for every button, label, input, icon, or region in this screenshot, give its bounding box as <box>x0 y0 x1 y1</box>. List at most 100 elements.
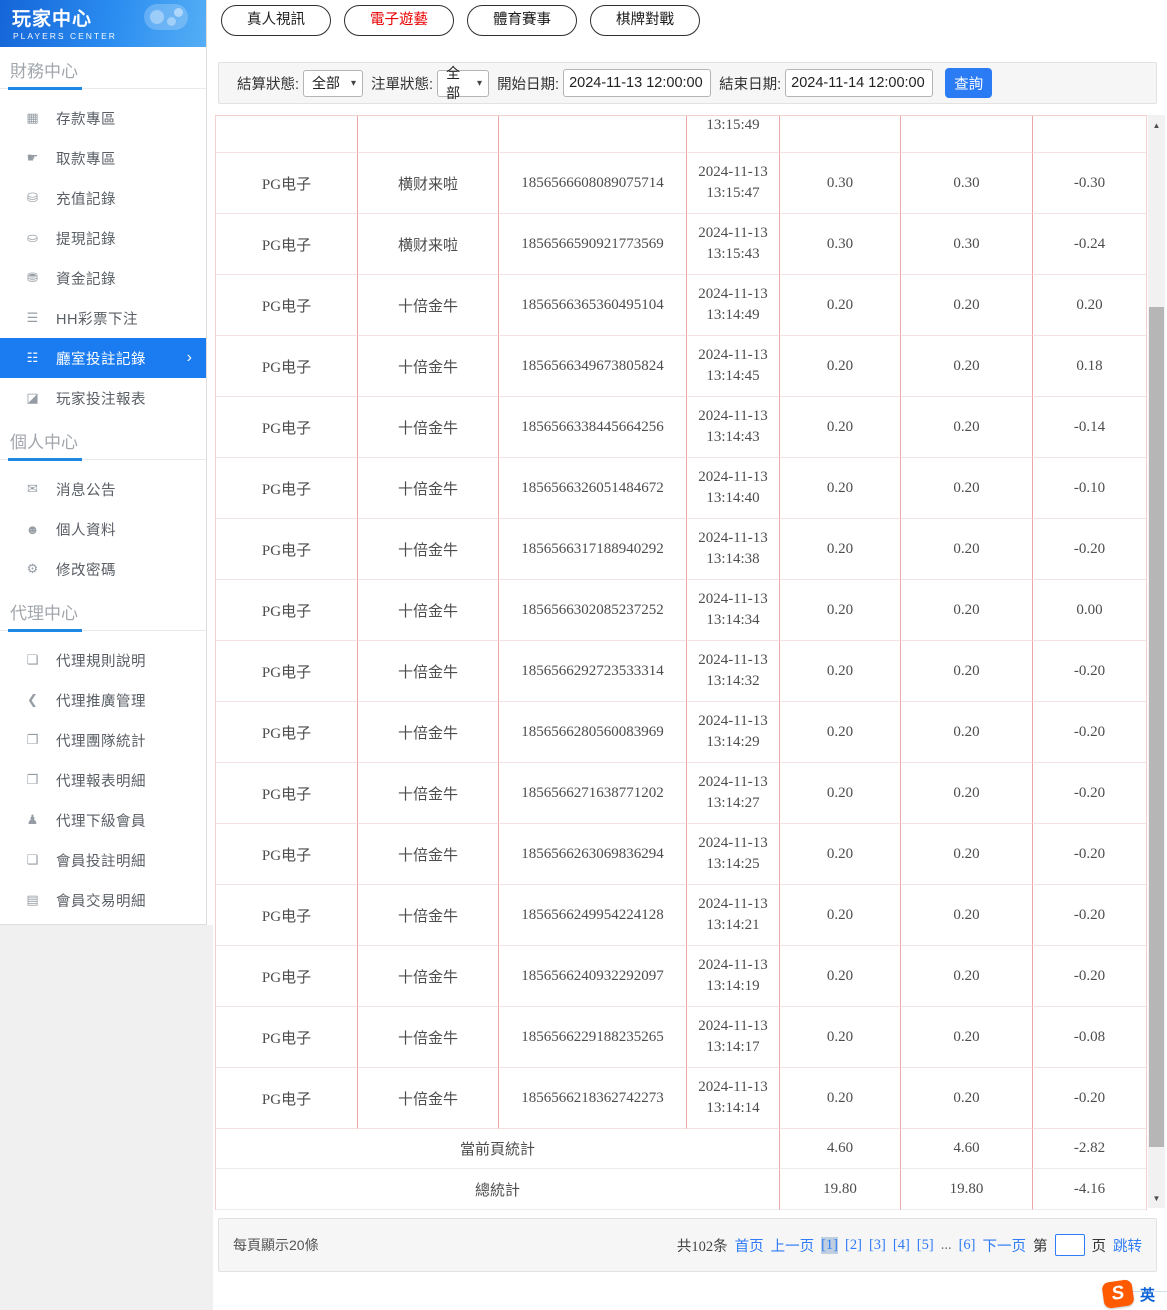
pagination-bar: 每頁顯示20條 共102条 首页 上一页 [1] [2] [3] [4] [5]...[… <box>218 1218 1157 1272</box>
page-number-link[interactable]: [2] <box>845 1237 862 1254</box>
cell-platform: PG电子 <box>216 641 358 702</box>
end-date-input[interactable] <box>785 69 934 97</box>
sidebar-item-agent-sub-members[interactable]: ♟ 代理下級會員 <box>0 800 206 840</box>
jump-page-input[interactable] <box>1054 1234 1085 1256</box>
start-date-input[interactable] <box>563 69 712 97</box>
sidebar-item-lottery-bet[interactable]: ☰ HH彩票下注 <box>0 298 206 338</box>
sidebar-item-profile[interactable]: ☻ 個人資料 <box>0 509 206 549</box>
prev-page-link[interactable]: 上一页 <box>771 1235 815 1256</box>
sidebar-item-agent-team-stats[interactable]: ❐ 代理團隊統計 <box>0 720 206 760</box>
cell-bet-amount: 0.20 <box>780 824 901 885</box>
page-number-links: [1] [2] [3] [4] [5]... [6] <box>821 1236 976 1254</box>
cell-winloss: -0.20 <box>1033 946 1146 1007</box>
time-line: 13:14:19 <box>706 978 760 994</box>
cell-platform: PG电子 <box>216 580 358 641</box>
sidebar-item-room-bet-record[interactable]: ☷ 廳室投註記錄 › <box>0 338 206 378</box>
game-category-tab[interactable]: 真人視訊 <box>221 5 331 36</box>
sidebar-item-member-trade-detail[interactable]: ▤ 會員交易明細 <box>0 880 206 920</box>
scroll-up-icon[interactable]: ▲ <box>1148 117 1165 133</box>
game-category-tab[interactable]: 體育賽事 <box>467 5 577 36</box>
sidebar: 玩家中心 PLAYERS CENTER 財務中心 ▦ 存款專區 ☛ 取款專區 ⛁ 充值記錄 ⛀… <box>0 0 207 925</box>
cell-bet-amount: 0.20 <box>780 275 901 336</box>
settle-status-select[interactable]: 全部 ▾ <box>303 69 364 97</box>
jump-button[interactable]: 跳转 <box>1113 1235 1142 1256</box>
agent-sub-members-icon: ♟ <box>26 812 39 827</box>
time-line: 13:15:43 <box>706 246 760 262</box>
sidebar-item-label: 會員投註明細 <box>56 853 146 870</box>
sidebar-item-label: 個人資料 <box>56 522 116 539</box>
lottery-bet-icon: ☰ <box>26 310 39 325</box>
cell-bet-amount: 0.20 <box>780 1068 901 1129</box>
translator-icon[interactable]: S <box>1101 1279 1135 1309</box>
cell-game: 十倍金牛 <box>358 1007 499 1068</box>
profile-icon: ☻ <box>25 521 40 537</box>
sidebar-item-recharge-record[interactable]: ⛁ 充值記錄 <box>0 178 206 218</box>
page-number-link[interactable]: [4] <box>893 1237 910 1254</box>
cell-game: 十倍金牛 <box>358 336 499 397</box>
scroll-down-icon[interactable]: ▼ <box>1148 1190 1165 1206</box>
sidebar-item-member-bet-detail[interactable]: ❑ 會員投註明細 <box>0 840 206 880</box>
cell-datetime: 2024-11-13 13:14:32 <box>687 641 780 702</box>
cell-datetime: 2024-11-13 13:14:21 <box>687 885 780 946</box>
cell-winloss: -0.20 <box>1033 824 1146 885</box>
sidebar-section-title: 個人中心 <box>0 418 206 461</box>
page-number-link[interactable]: [5] <box>917 1237 934 1254</box>
sidebar-item-agent-report-detail[interactable]: ❒ 代理報表明細 <box>0 760 206 800</box>
cell-winloss: 0.18 <box>1033 336 1146 397</box>
total-count-text: 共102条 <box>676 1238 728 1255</box>
date-line: 2024-11-13 <box>698 957 768 973</box>
cell-order-number: 1856566292723533314 <box>499 641 687 702</box>
cell-game: 十倍金牛 <box>358 1068 499 1129</box>
sidebar-item-cashout-record[interactable]: ⛀ 提現記錄 <box>0 218 206 258</box>
sidebar-item-notice[interactable]: ✉ 消息公告 <box>0 469 206 509</box>
summary-valid-bet: 4.60 <box>901 1129 1033 1169</box>
cell-datetime: 2024-11-13 13:14:49 <box>687 275 780 336</box>
page-number-link[interactable]: [6] <box>959 1237 976 1254</box>
cell-datetime: 2024-11-13 13:14:34 <box>687 580 780 641</box>
sidebar-item-label: 修改密碼 <box>56 562 116 579</box>
cell-game: 十倍金牛 <box>358 458 499 519</box>
summary-winloss: -2.82 <box>1033 1129 1146 1169</box>
page-number-link[interactable]: [1] <box>821 1236 839 1254</box>
game-category-tab[interactable]: 電子遊藝 <box>344 5 454 36</box>
order-status-select[interactable]: 全部 ▾ <box>437 65 490 101</box>
cell-platform: PG电子 <box>216 275 358 336</box>
cell <box>901 116 1033 153</box>
sidebar-item-label: 資金記錄 <box>56 271 116 288</box>
member-trade-detail-icon: ▤ <box>26 892 39 907</box>
cell-valid-bet: 0.20 <box>901 824 1033 885</box>
sidebar-item-funds-record[interactable]: ⛃ 資金記錄 <box>0 258 206 298</box>
scrollbar-thumb[interactable] <box>1149 307 1164 1147</box>
gamepad-icon <box>144 4 188 30</box>
time-line: 13:15:47 <box>706 185 760 201</box>
sidebar-item-label: 消息公告 <box>56 482 116 499</box>
order-status-label: 注單狀態: <box>371 76 434 93</box>
translator-widget[interactable]: S 英 <box>1101 1279 1155 1309</box>
search-button[interactable]: 查詢 <box>945 68 993 98</box>
sidebar-item-withdraw[interactable]: ☛ 取款專區 <box>0 138 206 178</box>
sidebar-section-title-text: 個人中心 <box>10 433 78 452</box>
cell-platform: PG电子 <box>216 336 358 397</box>
first-page-link[interactable]: 首页 <box>735 1235 764 1256</box>
game-category-tab[interactable]: 棋牌對戰 <box>590 5 700 36</box>
next-page-link[interactable]: 下一页 <box>983 1235 1027 1256</box>
cell-bet-amount: 0.20 <box>780 946 901 1007</box>
cell-order-number: 1856566317188940292 <box>499 519 687 580</box>
cell-platform: PG电子 <box>216 458 358 519</box>
sidebar-item-deposit[interactable]: ▦ 存款專區 <box>0 98 206 138</box>
page-number-link[interactable]: [3] <box>869 1237 886 1254</box>
filter-bar: 結算狀態: 全部 ▾ 注單狀態: 全部 ▾ 開始日期: 結束日期: 查詢 <box>218 62 1157 104</box>
cell-datetime: 2024-11-13 13:15:43 <box>687 214 780 275</box>
sidebar-item-agent-promotion[interactable]: ❮ 代理推廣管理 <box>0 680 206 720</box>
cell-game: 十倍金牛 <box>358 946 499 1007</box>
sidebar-item-agent-rules[interactable]: ❏ 代理規則說明 <box>0 640 206 680</box>
cell-valid-bet: 0.20 <box>901 1007 1033 1068</box>
cell-winloss: 0.00 <box>1033 580 1146 641</box>
logo-subtitle: PLAYERS CENTER <box>13 31 117 41</box>
sidebar-item-player-bet-report[interactable]: ◪ 玩家投注報表 <box>0 378 206 418</box>
bet-records-table-wrap: 13:15:49 PG电子 横财来啦 1856566608089075714 2024-… <box>215 115 1165 1210</box>
sidebar-item-change-password[interactable]: ⚙ 修改密碼 <box>0 549 206 589</box>
cell-bet-amount: 0.20 <box>780 1007 901 1068</box>
pagination-controls: 共102条 首页 上一页 [1] [2] [3] [4] [5]... [6] 下一页 第… <box>677 1234 1142 1256</box>
cell-platform: PG电子 <box>216 214 358 275</box>
